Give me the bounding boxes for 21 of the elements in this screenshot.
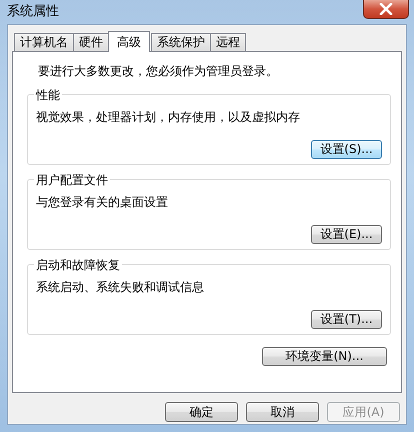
dialog-button[interactable]: 确定 bbox=[165, 402, 238, 422]
close-button[interactable] bbox=[363, 0, 409, 19]
environment-variables-button[interactable]: 环境变量(N)... bbox=[262, 347, 387, 366]
window-title: 系统属性 bbox=[7, 3, 59, 20]
close-icon bbox=[379, 3, 393, 15]
tab[interactable]: 硬件 bbox=[73, 33, 109, 51]
settings-button[interactable]: 设置(S)... bbox=[311, 140, 382, 159]
tab[interactable]: 高级 bbox=[108, 31, 150, 52]
settings-button[interactable]: 设置(T)... bbox=[311, 310, 382, 329]
tab[interactable]: 远程 bbox=[210, 33, 246, 51]
tab[interactable]: 计算机名 bbox=[14, 33, 74, 51]
tab[interactable]: 系统保护 bbox=[151, 33, 211, 51]
group-description: 与您登录有关的桌面设置 bbox=[36, 194, 169, 211]
group-description: 系统启动、系统失败和调试信息 bbox=[36, 279, 205, 296]
group-title: 用户配置文件 bbox=[34, 172, 110, 189]
group-description: 视觉效果，处理器计划，内存使用，以及虚拟内存 bbox=[36, 109, 301, 126]
settings-button[interactable]: 设置(E)... bbox=[311, 225, 382, 244]
dialog-button[interactable]: 取消 bbox=[246, 402, 319, 422]
admin-notice: 要进行大多数更改，您必须作为管理员登录。 bbox=[38, 63, 279, 80]
group-title: 启动和故障恢复 bbox=[34, 257, 122, 274]
group-title: 性能 bbox=[34, 87, 62, 104]
